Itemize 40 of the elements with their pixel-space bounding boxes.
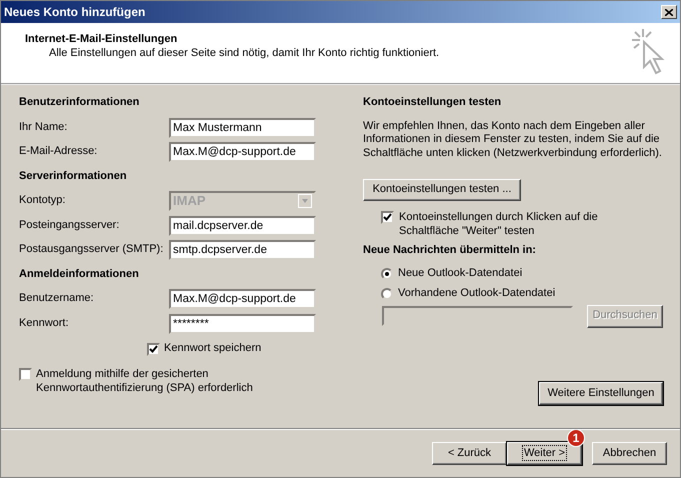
more-settings-button[interactable]: Weitere Einstellungen [539,382,663,406]
description-text: Wir empfehlen Ihnen, das Konto nach dem Eingeben aller Informationen in diesem Fenster zu testen, indem Sie auf die Schaltfläche unten klicken (Netzwerkverbindung erforderlich). [363,120,663,161]
wizard-button[interactable]: Abbrechen [592,442,667,465]
radio-button[interactable] [381,288,393,300]
wizard-button[interactable]: < Zurück [432,442,507,465]
window-title: Neues Konto hinzufügen [4,4,146,20]
field-label: Kennwort: [19,316,70,331]
input-field[interactable]: smtp.dcpserver.de [169,240,316,260]
close-icon [665,8,673,16]
section-heading: Benutzerinformationen [19,96,140,110]
section-heading: Serverinformationen [19,170,127,184]
radio-label[interactable]: Vorhandene Outlook-Datendatei [398,287,556,302]
checkbox[interactable] [19,368,32,381]
password-field[interactable]: ******** [169,314,316,334]
checkbox[interactable] [147,342,160,356]
field-label: Posteingangsserver: [19,218,120,233]
section-heading: Anmeldeinformationen [19,268,139,282]
close-button[interactable] [661,5,677,19]
section-heading: Neue Nachrichten übermitteln in: [363,244,536,258]
field-label: Benutzername: [19,292,95,306]
page-subtitle: Alle Einstellungen auf dieser Seite sind nötig, damit Ihr Konto richtig funktioniert. [49,46,440,60]
input-field[interactable]: Max Mustermann [169,118,316,138]
checkbox-label[interactable]: Kontoeinstellungen durch Klicken auf die Schaltfläche "Weiter" testen [399,210,639,238]
checkbox[interactable] [381,210,394,224]
checkbox-label[interactable]: Kennwort speichern [164,342,262,356]
page-title: Internet-E-Mail-Einstellungen [25,33,178,47]
field-label: Postausgangsserver (SMTP): [19,243,164,258]
checkbox-label[interactable]: Anmeldung mithilfe der gesicherten Kennwortauthentifizierung (SPA) erforderlich [36,368,336,396]
wizard-button[interactable]: Weiter > [507,442,582,465]
input-field[interactable]: Max.M@dcp-support.de [169,142,316,162]
input-field[interactable]: mail.dcpserver.de [169,216,316,236]
field-label: Kontotyp: [19,194,66,208]
section-heading: Kontoeinstellungen testen [363,96,502,110]
test-settings-button[interactable]: Kontoeinstellungen testen ... [363,178,521,201]
radio-label[interactable]: Neue Outlook-Datendatei [398,267,522,282]
step-badge: 1 [567,429,585,447]
field-label: Ihr Name: [19,120,68,135]
radio-button[interactable] [381,268,393,280]
field-label: E-Mail-Adresse: [19,145,98,160]
input-field[interactable]: Max.M@dcp-support.de [169,289,316,310]
